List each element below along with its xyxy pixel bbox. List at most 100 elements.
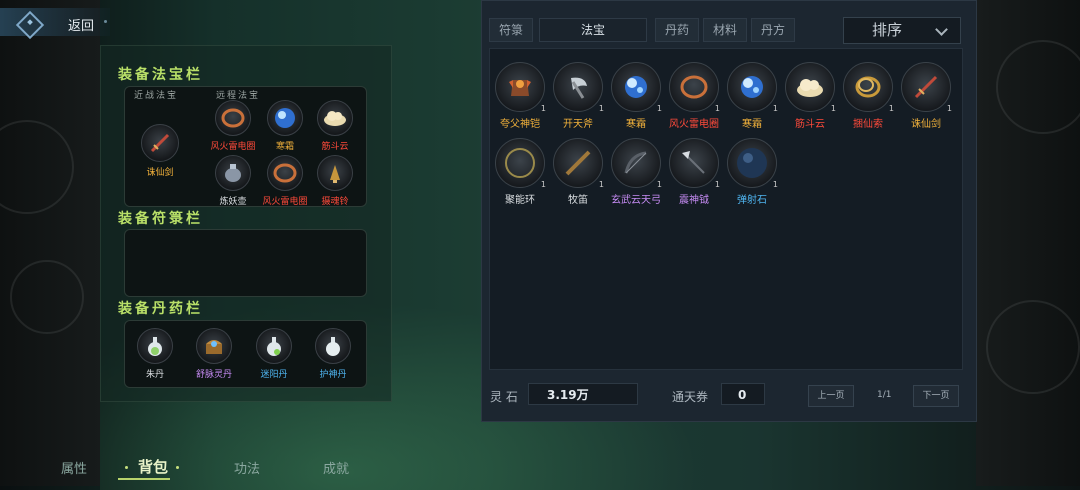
cloud-icon xyxy=(317,100,353,136)
item-name: 炼妖壶 xyxy=(219,197,247,207)
fabao-section-title: 装备法宝栏 xyxy=(118,67,203,83)
item-name: 寒霜 xyxy=(742,119,762,130)
pill-section-title: 装备丹药栏 xyxy=(118,301,203,317)
tab-materials[interactable]: 材料 xyxy=(703,18,747,42)
right-decor-panel xyxy=(976,0,1080,486)
tab-attributes[interactable]: 属性 xyxy=(61,458,87,477)
item-name: 诛仙剑 xyxy=(911,119,941,130)
item-name: 舒脉灵丹 xyxy=(195,370,232,380)
dot-ornament xyxy=(104,20,107,23)
item-name: 筋斗云 xyxy=(321,142,349,152)
rope-icon: 1 xyxy=(843,62,894,113)
treasure-chest-icon xyxy=(196,328,232,364)
ranged-slot[interactable]: 炼妖壶 xyxy=(203,155,263,207)
inventory-item[interactable]: 1 筋斗云 xyxy=(778,62,842,130)
inventory-item[interactable]: 1 开天斧 xyxy=(546,62,610,130)
potion-icon xyxy=(315,328,351,364)
left-decor-panel xyxy=(0,0,100,486)
talisman-section-title: 装备符箓栏 xyxy=(118,211,203,227)
tab-recipes[interactable]: 丹方 xyxy=(751,18,795,42)
back-label[interactable]: 返回 xyxy=(68,15,94,34)
cloud-icon: 1 xyxy=(785,62,836,113)
inventory-item[interactable]: 1 寒霜 xyxy=(604,62,668,130)
item-name: 风火雷电圈 xyxy=(210,142,256,152)
halberd-icon: 1 xyxy=(669,138,720,189)
next-page-button[interactable]: 下一页 xyxy=(913,385,959,407)
item-name: 夸父神铠 xyxy=(500,119,540,130)
item-name: 诛仙剑 xyxy=(146,168,174,178)
ranged-slot[interactable]: 摄魂铃 xyxy=(305,155,365,207)
item-name: 护神丹 xyxy=(319,370,347,380)
swirl-ornament xyxy=(10,260,84,334)
potion-icon xyxy=(137,328,173,364)
frost-orb-icon: 1 xyxy=(611,62,662,113)
inventory-item[interactable]: 1 震神钺 xyxy=(662,138,726,206)
inventory-item[interactable]: 1 诛仙剑 xyxy=(894,62,958,130)
ring-icon: 1 xyxy=(495,138,546,189)
pill-slot[interactable]: 舒脉灵丹 xyxy=(184,328,244,380)
fire-ring-icon xyxy=(267,155,303,191)
item-name: 弹射石 xyxy=(737,195,767,206)
active-tab-indicator xyxy=(118,478,170,480)
item-name: 朱丹 xyxy=(145,370,164,380)
frost-orb-icon: 1 xyxy=(727,62,778,113)
item-name: 聚能环 xyxy=(505,195,535,206)
inventory-item[interactable]: 1 弹射石 xyxy=(720,138,784,206)
dot-ornament xyxy=(125,466,128,469)
sword-icon xyxy=(141,124,179,162)
ticket-value: 0 xyxy=(721,383,765,405)
item-name: 筋斗云 xyxy=(795,119,825,130)
dot-ornament xyxy=(176,466,179,469)
inventory-item[interactable]: 1 风火雷电圈 xyxy=(662,62,726,130)
inventory-item[interactable]: 1 聚能环 xyxy=(488,138,552,206)
soul-bell-icon xyxy=(317,155,353,191)
swirl-ornament xyxy=(996,40,1080,134)
item-name: 玄武云天弓 xyxy=(611,195,661,206)
item-name: 迷阳丹 xyxy=(260,370,288,380)
lingshi-label: 灵 石 xyxy=(490,390,518,404)
talisman-slots[interactable] xyxy=(124,229,367,297)
tab-talisman[interactable]: 符箓 xyxy=(489,18,533,42)
item-name: 震神钺 xyxy=(679,195,709,206)
sword-icon: 1 xyxy=(901,62,952,113)
ranged-slot[interactable]: 风火雷电圈 xyxy=(203,100,263,152)
page-indicator: 1/1 xyxy=(877,390,892,400)
prev-page-button[interactable]: 上一页 xyxy=(808,385,854,407)
item-qty: 1 xyxy=(772,180,778,189)
demon-pot-icon xyxy=(215,155,251,191)
flute-icon: 1 xyxy=(553,138,604,189)
swirl-ornament xyxy=(986,300,1080,394)
tab-backpack[interactable]: 背包 xyxy=(138,456,168,477)
item-name: 捆仙索 xyxy=(853,119,883,130)
pill-slot[interactable]: 朱丹 xyxy=(125,328,185,380)
inventory-item[interactable]: 1 寒霜 xyxy=(720,62,784,130)
inventory-item[interactable]: 1 玄武云天弓 xyxy=(604,138,668,206)
ranged-slot[interactable]: 筋斗云 xyxy=(305,100,365,152)
axe-icon: 1 xyxy=(553,62,604,113)
tab-fabao[interactable]: 法宝 xyxy=(539,18,647,42)
pill-slot[interactable]: 迷阳丹 xyxy=(244,328,304,380)
tab-pills[interactable]: 丹药 xyxy=(655,18,699,42)
pill-slot[interactable]: 护神丹 xyxy=(303,328,363,380)
fire-ring-icon xyxy=(215,100,251,136)
potion-icon xyxy=(256,328,292,364)
armor-icon: 1 xyxy=(495,62,546,113)
item-name: 牧笛 xyxy=(568,195,588,206)
sort-dropdown[interactable]: 排序 xyxy=(843,17,961,44)
tab-skills[interactable]: 功法 xyxy=(234,458,260,477)
stone-icon: 1 xyxy=(727,138,778,189)
inventory-item[interactable]: 1 捆仙索 xyxy=(836,62,900,130)
inventory-item[interactable]: 1 牧笛 xyxy=(546,138,610,206)
frost-orb-icon xyxy=(267,100,303,136)
bottom-nav: 属性 背包 功法 成就 xyxy=(0,446,390,486)
melee-slot[interactable]: 诛仙剑 xyxy=(130,124,190,178)
sort-label: 排序 xyxy=(872,21,903,39)
bow-icon: 1 xyxy=(611,138,662,189)
inventory-item[interactable]: 1 夸父神铠 xyxy=(488,62,552,130)
lingshi-value: 3.19万 xyxy=(528,383,638,405)
tab-achievements[interactable]: 成就 xyxy=(323,458,349,477)
fire-ring-icon: 1 xyxy=(669,62,720,113)
item-name: 开天斧 xyxy=(563,119,593,130)
item-qty: 1 xyxy=(946,104,952,113)
swirl-ornament xyxy=(0,120,74,214)
